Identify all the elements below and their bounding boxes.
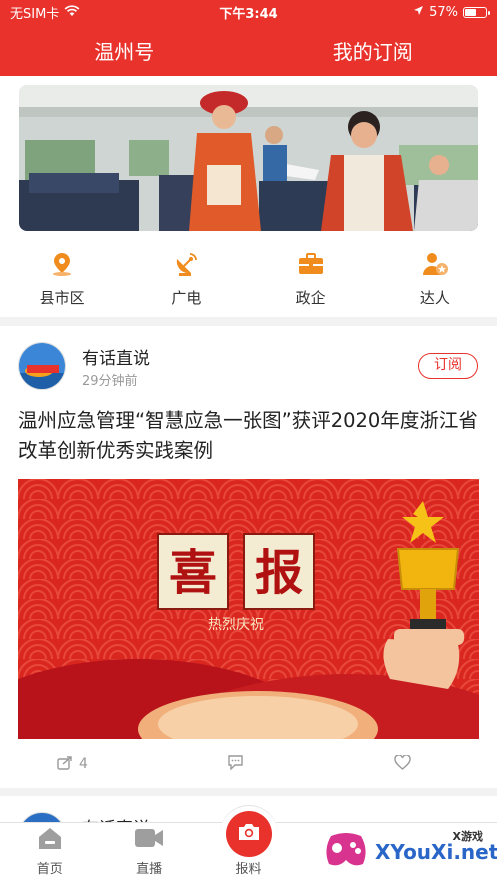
- like-button[interactable]: [394, 753, 411, 774]
- category-label: 广电: [171, 288, 202, 307]
- category-label: 达人: [419, 288, 450, 307]
- banner-section: [0, 76, 497, 241]
- app-header: 无SIM卡 下午3:44 57% 温州号 我的订阅: [0, 0, 497, 76]
- banner-image[interactable]: [19, 85, 478, 231]
- category-county[interactable]: 县市区: [0, 241, 124, 317]
- category-experts[interactable]: 达人: [373, 241, 497, 317]
- location-pin-icon: [49, 251, 75, 281]
- tab-home[interactable]: 首页: [0, 823, 99, 883]
- heart-icon: [394, 753, 411, 774]
- video-camera-icon: [134, 826, 164, 854]
- comment-button[interactable]: [227, 754, 244, 774]
- comment-icon: [227, 754, 244, 774]
- share-icon: [57, 755, 73, 774]
- post-actions: 4: [0, 750, 497, 778]
- battery-icon: [463, 7, 490, 18]
- tab-label: 直播: [136, 862, 163, 877]
- battery-percent: 57%: [429, 5, 458, 20]
- author-avatar[interactable]: [18, 342, 66, 390]
- watermark-small-text: X游戏: [452, 830, 483, 843]
- status-time: 下午3:44: [219, 7, 278, 22]
- category-label: 县市区: [39, 288, 85, 307]
- category-label: 政企: [295, 288, 326, 307]
- post-image[interactable]: 喜 报 热烈庆祝: [18, 479, 479, 739]
- gamepad-logo-icon: [323, 830, 369, 874]
- watermark: XYouXi.net X游戏: [323, 826, 497, 878]
- image-text-xi: 喜: [169, 545, 217, 601]
- share-button[interactable]: 4: [57, 755, 88, 774]
- post-card[interactable]: 有话直说 29分钟前 订阅 温州应急管理“智慧应急一张图”获评2020年度浙江省…: [0, 326, 497, 788]
- post-headline[interactable]: 温州应急管理“智慧应急一张图”获评2020年度浙江省改革创新优秀实践案例: [18, 406, 483, 466]
- category-broadcast[interactable]: 广电: [124, 241, 248, 317]
- category-government[interactable]: 政企: [249, 241, 373, 317]
- tab-my-subscriptions[interactable]: 我的订阅: [249, 36, 497, 65]
- post-time: 29分钟前: [82, 374, 138, 389]
- top-nav: 温州号 我的订阅: [0, 25, 497, 76]
- home-icon: [37, 826, 63, 854]
- image-subtitle: 热烈庆祝: [208, 617, 264, 633]
- tab-live[interactable]: 直播: [99, 823, 198, 883]
- tab-label: 首页: [36, 862, 63, 877]
- report-button[interactable]: [225, 811, 272, 857]
- carrier-label: 无SIM卡: [10, 7, 60, 22]
- camera-icon: [237, 822, 261, 846]
- tab-wenzhou-hao[interactable]: 温州号: [0, 36, 249, 65]
- star-person-icon: [421, 251, 449, 281]
- status-bar: 无SIM卡 下午3:44 57%: [0, 0, 497, 25]
- image-text-bao: 报: [255, 545, 303, 601]
- subscribe-button[interactable]: 订阅: [418, 353, 478, 379]
- author-name[interactable]: 有话直说: [82, 344, 150, 369]
- wifi-icon: [64, 4, 80, 21]
- satellite-dish-icon: [173, 251, 199, 281]
- tab-report[interactable]: 报料: [199, 805, 298, 883]
- location-arrow-icon: [413, 5, 424, 20]
- briefcase-icon: [297, 251, 325, 281]
- category-bar: 县市区 广电 政企 达人: [0, 241, 497, 317]
- share-count: 4: [79, 756, 88, 772]
